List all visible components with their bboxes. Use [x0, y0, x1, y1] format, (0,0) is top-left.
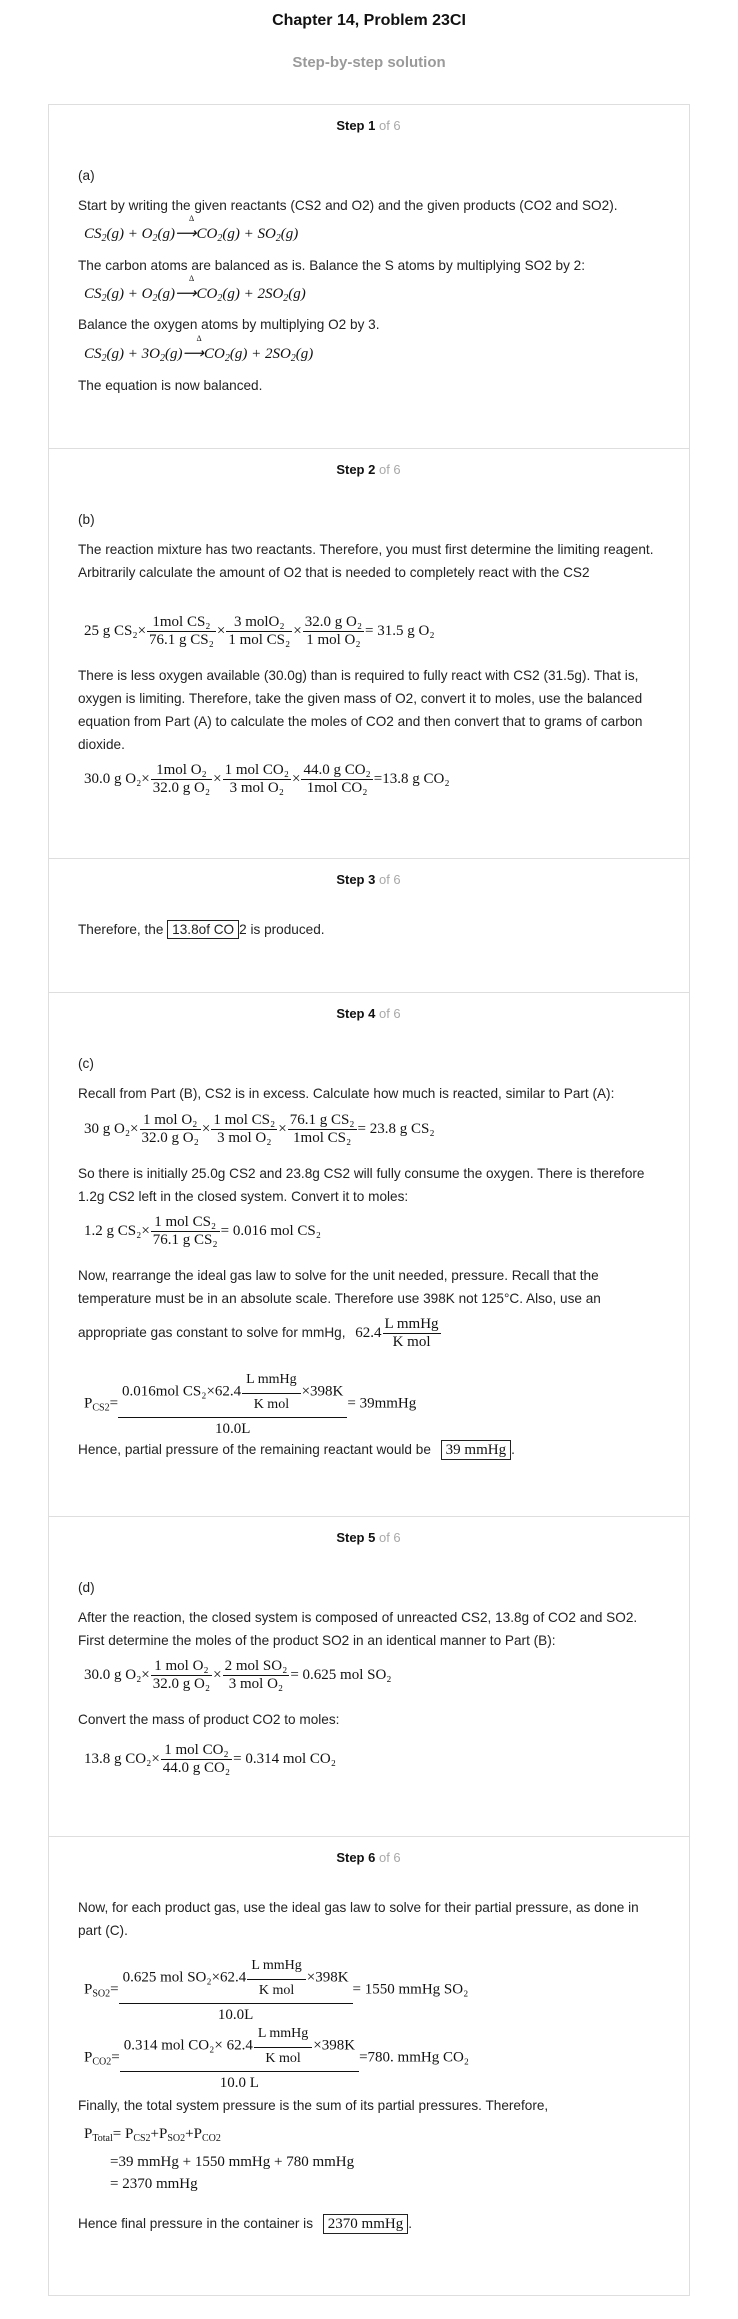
equation-s-balanced: CS2(g) + O2(g) Δ ⟶CO2(g) + 2SO2(g) — [84, 274, 306, 304]
step-5-text-1: After the reaction, the closed system is… — [78, 1610, 638, 1648]
step-5-part: (d) — [78, 1580, 95, 1595]
limiting-reagent-calc: 25 g CS₂× 1mol CS₂ 76.1 g CS₂ × 3 molO₂ 1 mol… — [84, 614, 435, 648]
step-4-text-3: Now, rearrange the ideal gas law to solv… — [78, 1268, 601, 1306]
step-4-text-1: Recall from Part (B), CS2 is in excess. … — [78, 1086, 615, 1101]
step-4-text-4: Hence, partial pressure of the remaining… — [78, 1440, 515, 1460]
p-co2-calc: PCO2= 0.314 mol CO₂× 62.4 L mmHg K mol ×398K… — [84, 2026, 470, 2091]
step-2-text-2: There is less oxygen available (30.0g) t… — [78, 668, 643, 752]
step-6-text-2: Finally, the total system pressure is th… — [78, 2098, 549, 2113]
chapter-title: Chapter 14, Problem 23CI — [272, 12, 466, 29]
step-2-text-1: The reaction mixture has two reactants. … — [78, 542, 654, 580]
step-4-text-2: So there is initially 25.0g CS2 and 23.8… — [78, 1166, 645, 1204]
answer-box-total: 2370 mmHg — [322, 2214, 409, 2234]
step-3-text: Therefore, the 13.8of CO 2 is produced. — [78, 920, 325, 939]
step-6-text-1: Now, for each product gas, use the ideal… — [78, 1900, 639, 1938]
p-total-result: = 2370 mmHg — [110, 2176, 198, 2192]
answer-box-co2: 13.8of CO — [167, 920, 240, 939]
cs2-moles-calc: 1.2 g CS₂× 1 mol CS₂ 76.1 g CS₂ = 0.016 mol… — [84, 1214, 321, 1248]
equation-unbalanced: CS2(g) + O2(g) Δ ⟶CO2(g) + SO2(g) — [84, 214, 299, 244]
equation-balanced: CS2(g) + 3O2(g) Δ ⟶CO2(g) + 2SO2(g) — [84, 334, 314, 364]
step-4-header: Step 4 of 6 — [336, 1006, 401, 1021]
so2-moles-calc: 30.0 g O₂× 1 mol O₂ 32.0 g O₂ × 2 mol SO₂ 3 m… — [84, 1658, 392, 1692]
step-6-divider — [48, 1836, 689, 1837]
p-so2-calc: PSO2= 0.625 mol SO₂×62.4 L mmHg K mol ×398K 1… — [84, 1958, 469, 2023]
step-6-text-3: Hence final pressure in the container is… — [78, 2214, 412, 2234]
p-total-sum: PTotal= PCS2+PSO2+PCO2 — [84, 2126, 221, 2144]
solution-subtitle: Step-by-step solution — [292, 54, 446, 71]
step-5-divider — [48, 1516, 689, 1517]
step-1-text-3: Balance the oxygen atoms by multiplying … — [78, 317, 380, 332]
co2-mass-calc: 30.0 g O₂× 1mol O₂ 32.0 g O₂ × 1 mol CO₂ 3 mo… — [84, 762, 450, 796]
step-4-divider — [48, 992, 689, 993]
step-1-header: Step 1 of 6 — [336, 118, 401, 133]
step-3-divider — [48, 858, 689, 859]
step-1-text-4: The equation is now balanced. — [78, 378, 263, 393]
step-4-part: (c) — [78, 1056, 94, 1071]
step-1-text-2: The carbon atoms are balanced as is. Bal… — [78, 258, 586, 273]
co2-moles-calc: 13.8 g CO₂× 1 mol CO₂ 44.0 g CO₂ = 0.314 mo… — [84, 1742, 336, 1776]
step-6-header: Step 6 of 6 — [336, 1850, 401, 1865]
step-5-text-2: Convert the mass of product CO2 to moles… — [78, 1712, 340, 1727]
step-2-header: Step 2 of 6 — [336, 462, 401, 477]
step-5-header: Step 5 of 6 — [336, 1530, 401, 1545]
step-2-divider — [48, 448, 689, 449]
p-total-values: =39 mmHg + 1550 mmHg + 780 mmHg — [110, 2154, 355, 2170]
p-cs2-calc: PCS2= 0.016mol CS₂×62.4 L mmHg K mol ×398K 10… — [84, 1372, 417, 1437]
step-3-header: Step 3 of 6 — [336, 872, 401, 887]
answer-box-pcs2: 39 mmHg — [440, 1440, 512, 1460]
step-4-text-3b: appropriate gas constant to solve for mm… — [78, 1316, 441, 1350]
step-1-text-1: Start by writing the given reactants (CS… — [78, 198, 618, 213]
step-1-part: (a) — [78, 168, 95, 183]
step-2-part: (b) — [78, 512, 95, 527]
cs2-reacted-calc: 30 g O₂× 1 mol O₂ 32.0 g O₂ × 1 mol CS₂ 3 mol… — [84, 1112, 435, 1146]
